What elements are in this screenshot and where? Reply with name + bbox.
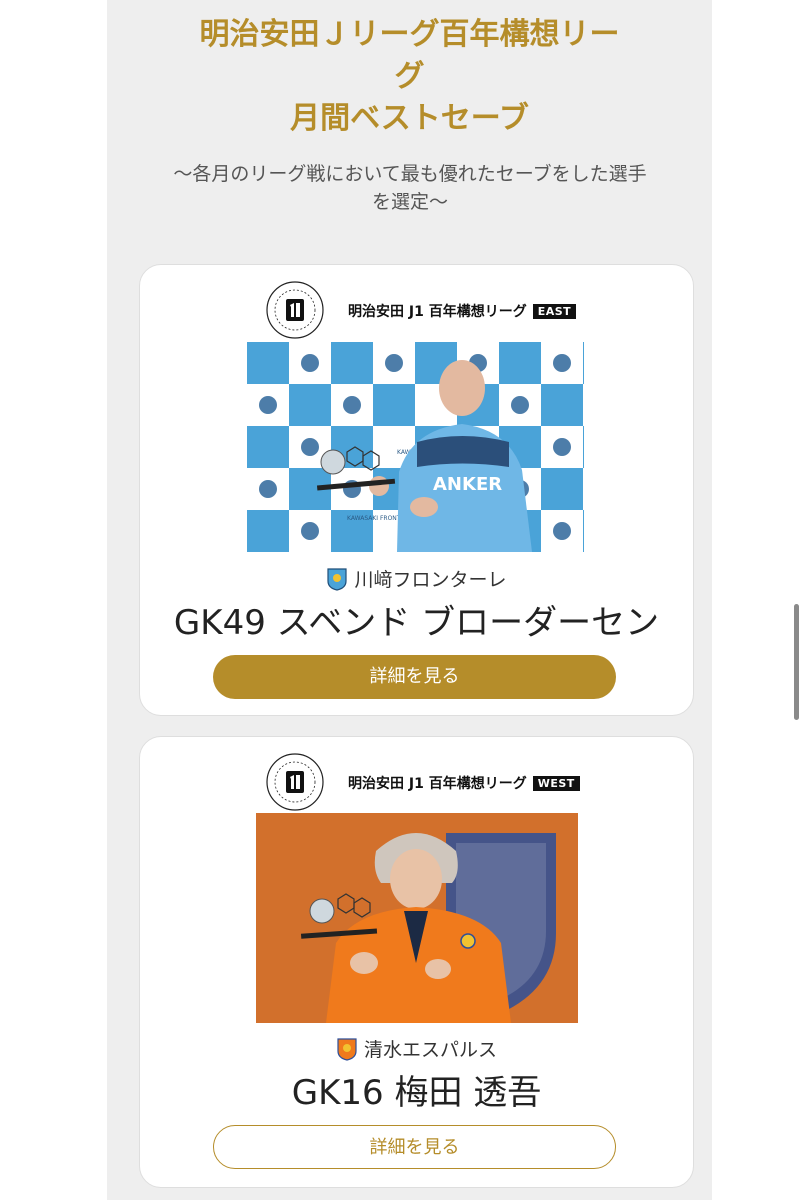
player-photo-image: KAWASAKI FRONTALE KAWASAKI FRONTALE ANKE… [247, 342, 584, 552]
j1-100-year-badge-icon [266, 753, 324, 811]
league-name-text: 明治安田 J1 百年構想リーグ [348, 304, 527, 320]
view-details-button[interactable]: 詳細を見る [213, 655, 616, 699]
scrollbar-thumb[interactable] [794, 604, 799, 720]
kawasaki-frontale-crest-icon [327, 568, 348, 591]
player-photo-east: KAWASAKI FRONTALE KAWASAKI FRONTALE ANKE… [247, 342, 584, 552]
player-name: GK49 スベンド ブローダーセン [173, 603, 660, 643]
player-photo-west [256, 813, 578, 1023]
j1-100-year-badge-icon [266, 281, 324, 339]
title-line-2: グ [394, 59, 425, 94]
award-card-east: 明治安田 J1 百年構想リーグ EAST KAWASAKI FRONTALE A… [139, 264, 694, 716]
club-line: 川﨑フロンターレ [140, 565, 693, 592]
league-logo-row: 明治安田 J1 百年構想リーグ WEST [264, 751, 584, 821]
league-logo-row: 明治安田 J1 百年構想リーグ EAST [264, 279, 584, 349]
title-line-3: 月間ベストセーブ [290, 101, 529, 136]
league-name: 明治安田 J1 百年構想リーグ EAST [348, 301, 577, 321]
shirt-sponsor-text: ANKER [433, 474, 502, 495]
player-name: GK16 梅田 透吾 [291, 1073, 542, 1113]
subtitle-line-1: 〜各月のリーグ戦において最も優れたセーブをした選手 [173, 163, 647, 185]
league-name: 明治安田 J1 百年構想リーグ WEST [348, 773, 580, 793]
page-subtitle: 〜各月のリーグ戦において最も優れたセーブをした選手 を選定〜 [130, 160, 690, 216]
award-card-west: 明治安田 J1 百年構想リーグ WEST 清水エスパルス GK16 梅田 透吾 … [139, 736, 694, 1188]
club-line: 清水エスパルス [140, 1035, 693, 1062]
region-tag: EAST [532, 304, 577, 319]
league-name-text: 明治安田 J1 百年構想リーグ [348, 776, 527, 792]
page-title: 明治安田Ｊリーグ百年構想リー グ 月間ベストセーブ [107, 14, 712, 140]
club-name: 清水エスパルス [363, 1039, 497, 1061]
title-line-1: 明治安田Ｊリーグ百年構想リー [199, 17, 620, 52]
player-photo-image [256, 813, 578, 1023]
view-details-button[interactable]: 詳細を見る [213, 1125, 616, 1169]
region-tag: WEST [532, 776, 580, 791]
subtitle-line-2: を選定〜 [371, 191, 448, 213]
shimizu-s-pulse-crest-icon [337, 1038, 357, 1061]
club-name: 川﨑フロンターレ [354, 569, 507, 591]
